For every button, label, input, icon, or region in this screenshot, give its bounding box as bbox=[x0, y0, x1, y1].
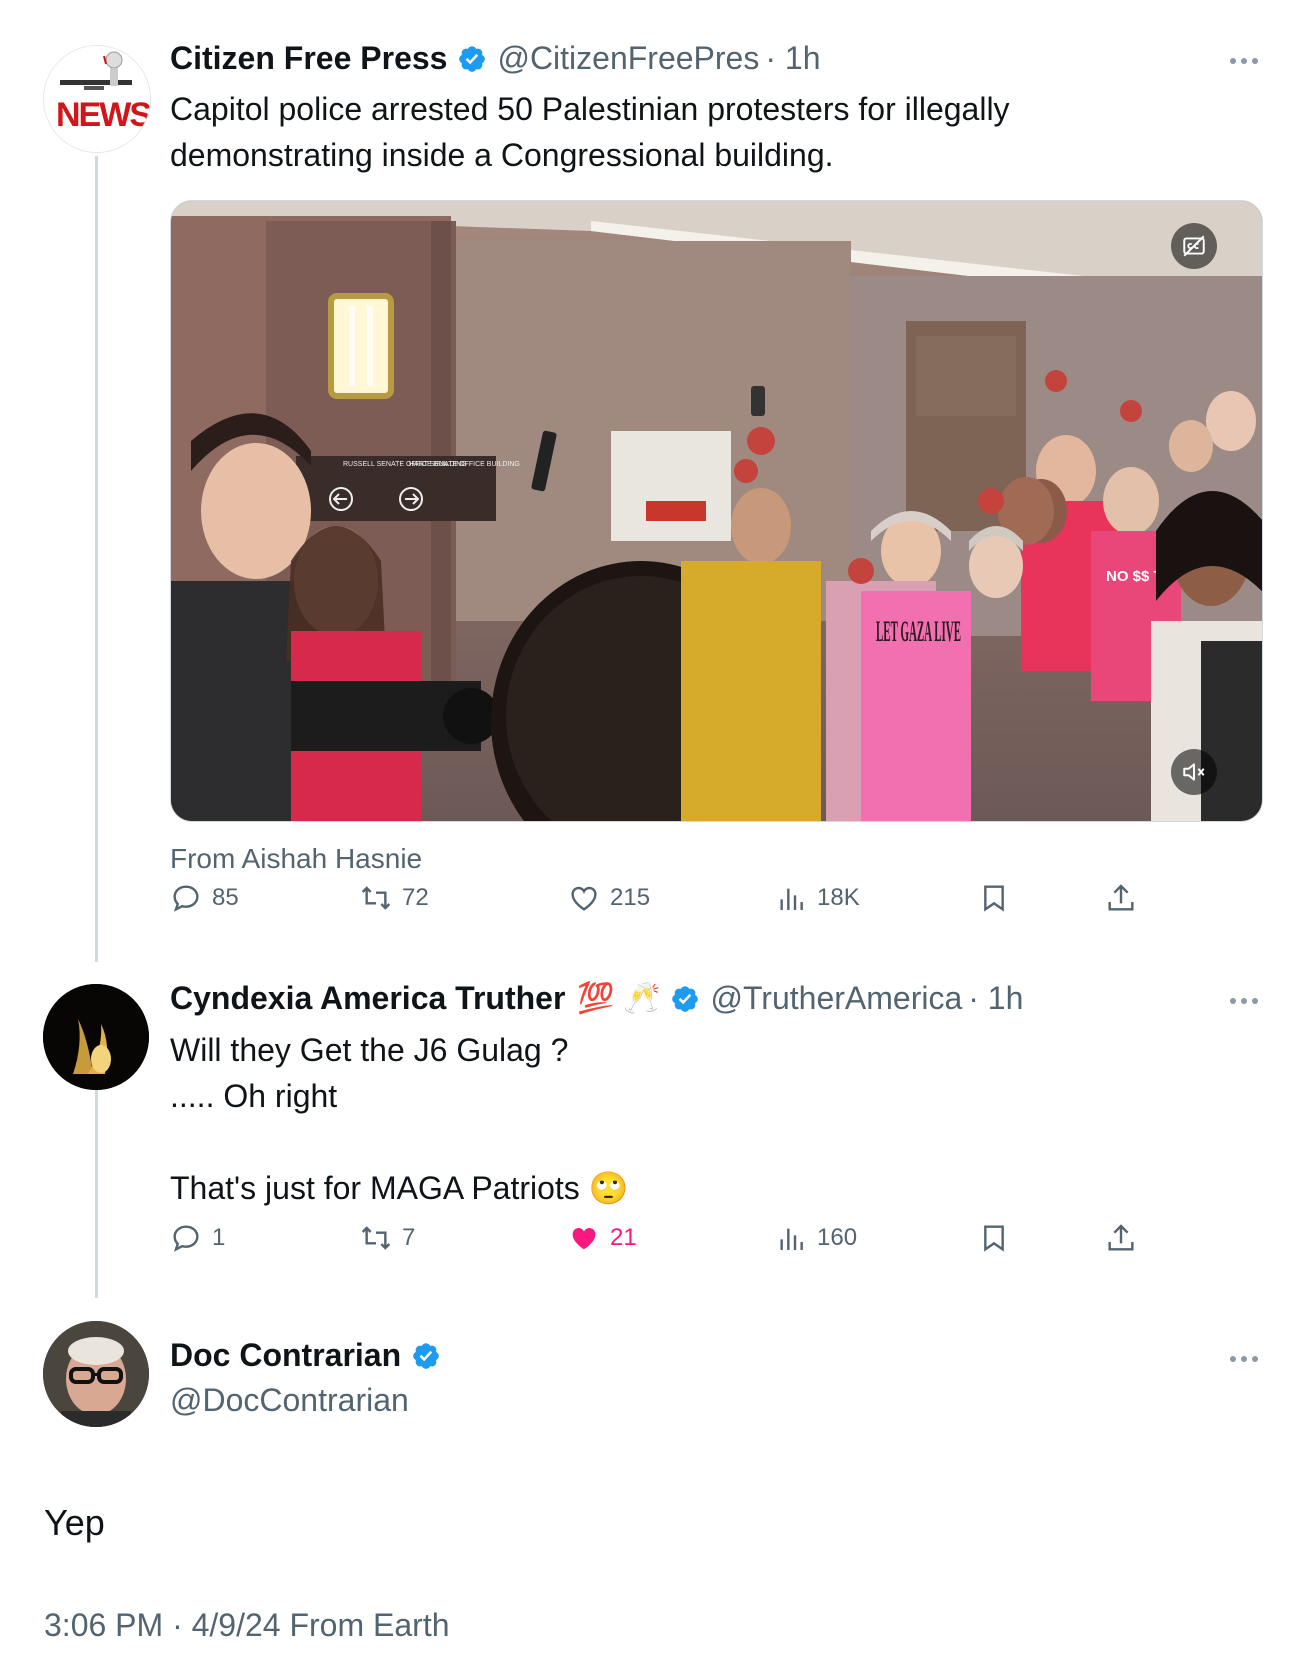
like-button[interactable]: 21 bbox=[568, 1222, 637, 1254]
captions-icon[interactable] bbox=[1171, 223, 1217, 269]
author-name[interactable]: Cyndexia America Truther bbox=[170, 980, 565, 1017]
like-count: 215 bbox=[610, 884, 651, 911]
avatar-image bbox=[43, 984, 149, 1090]
views-icon bbox=[780, 888, 803, 910]
shirt-text: LET GAZA LIVE bbox=[876, 615, 961, 648]
tweet-text: Will they Get the J6 Gulag ? ..... Oh ri… bbox=[170, 1032, 629, 1206]
share-icon bbox=[1108, 884, 1134, 911]
author-handle[interactable]: @DocContrarian bbox=[170, 1382, 409, 1419]
views-count: 18K bbox=[817, 884, 860, 911]
citizen-free-press-logo: NEWS bbox=[44, 46, 150, 152]
like-icon bbox=[572, 1228, 596, 1250]
more-icon[interactable] bbox=[1230, 998, 1258, 1004]
post-timestamp[interactable]: 3:06 PM · 4/9/24 From Earth bbox=[44, 1607, 450, 1644]
more-icon[interactable] bbox=[1230, 58, 1258, 64]
thread-line bbox=[95, 156, 98, 962]
views-icon bbox=[780, 1228, 803, 1250]
bookmark-icon bbox=[984, 1225, 1004, 1252]
verified-icon bbox=[670, 984, 700, 1014]
author-name[interactable]: Doc Contrarian bbox=[170, 1337, 401, 1374]
reply-icon bbox=[173, 885, 199, 912]
name-emoji: 💯 🥂 bbox=[577, 982, 661, 1015]
bookmark-button[interactable] bbox=[978, 882, 1010, 914]
author-name[interactable]: Citizen Free Press bbox=[170, 40, 447, 77]
reply-count: 1 bbox=[212, 1224, 226, 1251]
avatar-image bbox=[43, 1321, 149, 1427]
tweet-actions: 85 72 215 18K bbox=[170, 882, 1150, 922]
share-button[interactable] bbox=[1105, 1222, 1137, 1254]
repost-icon bbox=[361, 886, 391, 910]
bookmark-icon bbox=[984, 885, 1004, 912]
reply-button[interactable]: 85 bbox=[170, 882, 239, 914]
reply-icon bbox=[173, 1225, 199, 1252]
post-time[interactable]: · 1h bbox=[968, 980, 1023, 1017]
main-tweet-text: Yep bbox=[44, 1502, 105, 1543]
bookmark-button[interactable] bbox=[978, 1222, 1010, 1254]
like-count: 21 bbox=[610, 1224, 637, 1251]
tweet-actions: 1 7 21 160 bbox=[170, 1222, 1150, 1262]
mute-icon[interactable] bbox=[1171, 749, 1217, 795]
post-time[interactable]: · 1h bbox=[765, 40, 820, 77]
like-icon bbox=[571, 886, 597, 911]
share-button[interactable] bbox=[1105, 882, 1137, 914]
verified-icon bbox=[411, 1341, 441, 1371]
video-frame-protest: RUSSELL SENATE OFFICE BUILDING HART SENA… bbox=[171, 201, 1262, 821]
repost-button[interactable]: 7 bbox=[360, 1222, 415, 1254]
repost-count: 7 bbox=[402, 1224, 416, 1251]
author-handle[interactable]: @CitizenFreePres bbox=[497, 40, 759, 77]
media-source[interactable]: From Aishah Hasnie bbox=[170, 843, 422, 875]
video-player[interactable]: RUSSELL SENATE OFFICE BUILDING HART SENA… bbox=[170, 200, 1263, 822]
views-button[interactable]: 18K bbox=[775, 882, 860, 914]
repost-icon bbox=[361, 1226, 391, 1250]
author-handle[interactable]: @TrutherAmerica bbox=[710, 980, 962, 1017]
avatar-truther-america[interactable] bbox=[43, 984, 149, 1090]
avatar-citizen-free-press[interactable]: NEWS bbox=[43, 45, 151, 153]
repost-button[interactable]: 72 bbox=[360, 882, 429, 914]
share-icon bbox=[1108, 1224, 1134, 1251]
views-button[interactable]: 160 bbox=[775, 1222, 857, 1254]
reply-count: 85 bbox=[212, 884, 239, 911]
thread-line bbox=[95, 1080, 98, 1298]
reply-button[interactable]: 1 bbox=[170, 1222, 225, 1254]
sign-hart: HART SENATE OFFICE BUILDING bbox=[409, 461, 520, 468]
repost-count: 72 bbox=[402, 884, 429, 911]
svg-text:NEWS: NEWS bbox=[56, 96, 150, 134]
avatar-doc-contrarian[interactable] bbox=[43, 1321, 149, 1427]
more-icon[interactable] bbox=[1230, 1356, 1258, 1362]
like-button[interactable]: 215 bbox=[568, 882, 650, 914]
tweet-text: Capitol police arrested 50 Palestinian p… bbox=[170, 91, 1010, 173]
views-count: 160 bbox=[817, 1224, 858, 1251]
verified-icon bbox=[457, 44, 487, 74]
